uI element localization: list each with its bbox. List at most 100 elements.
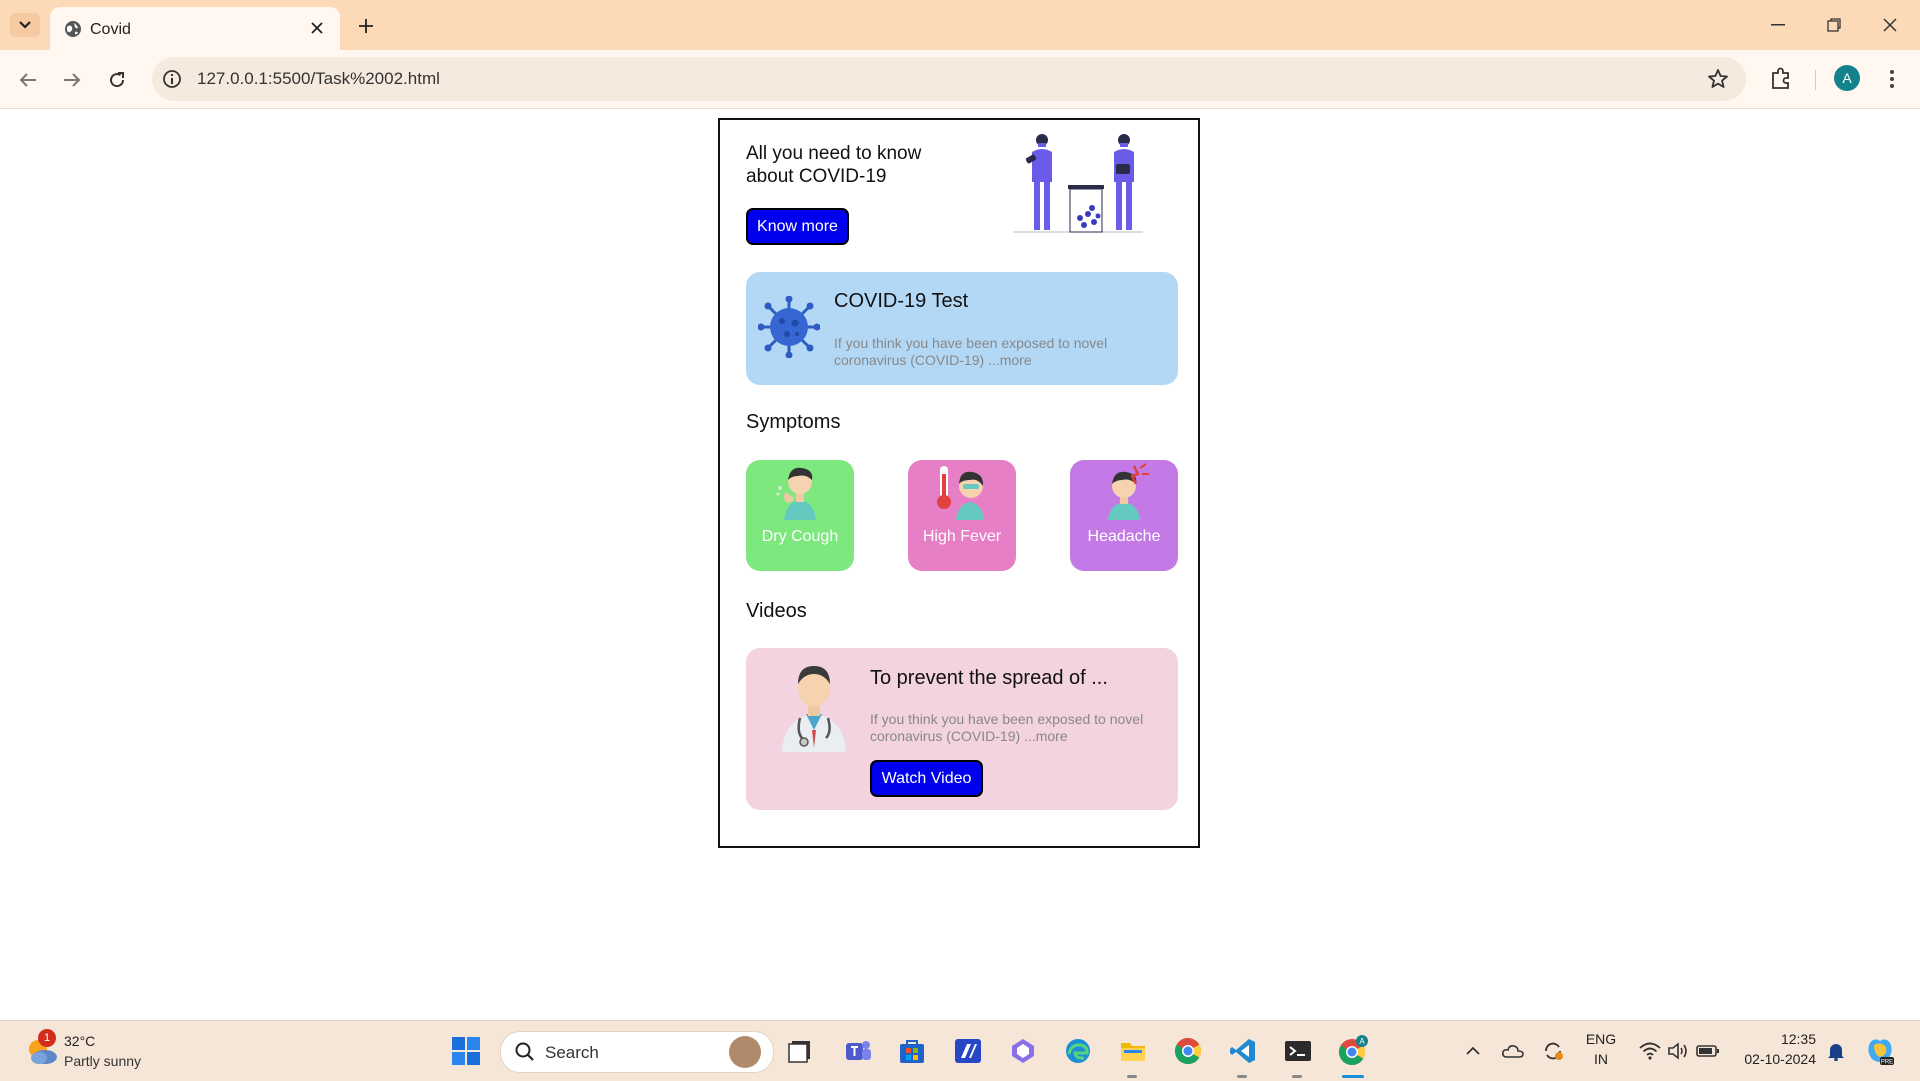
plus-icon [359,19,373,33]
coronavirus-icon [758,296,820,358]
clock-time[interactable]: 12:35 [1736,1031,1816,1047]
minimize-button[interactable] [1758,10,1798,40]
site-info-icon[interactable] [162,69,182,89]
wifi-icon [1639,1042,1661,1060]
url-text[interactable]: 127.0.0.1:5500/Task%2002.html [197,69,440,89]
symptoms-heading: Symptoms [746,411,841,433]
svg-text:PRE: PRE [1881,1060,1893,1066]
covid-test-title: COVID-19 Test [834,290,969,312]
tab-search-button[interactable] [10,13,40,37]
edge-browser-icon [1066,1039,1090,1063]
symptom-card-high-fever[interactable]: High Fever [908,460,1016,571]
covid-test-description: If you think you have been exposed to no… [834,335,1108,368]
app-launcher-icon [955,1039,981,1063]
video-title[interactable]: To prevent the spread of ... [870,667,1108,690]
browser-tab-bar: Covid [0,0,1920,50]
copilot-pre-icon: PRE [1868,1039,1894,1066]
know-more-button[interactable]: Know more [746,208,849,245]
reload-button[interactable] [101,64,133,96]
chevron-up-icon [1466,1046,1480,1055]
battery-tray[interactable] [1690,1033,1726,1069]
chrome-icon [1174,1037,1202,1065]
tab-title: Covid [90,21,131,38]
bell-icon [1828,1044,1844,1061]
minimize-icon [1771,24,1785,26]
browser-tab-covid[interactable]: Covid [50,7,340,50]
extensions-puzzle-icon[interactable] [1766,64,1796,94]
task-view-icon [788,1041,810,1063]
headache-person-icon [1108,463,1149,520]
terminal-icon [1285,1041,1311,1061]
arrow-right-icon [64,73,81,87]
cloud-icon [1502,1045,1524,1058]
reload-icon [110,72,125,88]
taskbar-file-explorer[interactable] [1115,1033,1151,1069]
taskbar-copilot[interactable] [1005,1033,1041,1069]
restore-icon [1827,18,1841,32]
store-icon [900,1040,924,1063]
taskbar-search[interactable]: Search [500,1031,774,1073]
teams-icon [846,1041,871,1060]
svg-text:A: A [1359,1037,1365,1046]
copilot-preview-tray[interactable]: PRE [1862,1033,1898,1069]
video-description: If you think you have been exposed to no… [870,711,1144,744]
search-highlight-image [729,1036,761,1068]
weather-alert-badge: 1 [38,1029,56,1047]
fever-thermometer-icon [937,466,984,520]
search-icon [515,1042,534,1061]
taskbar-edge[interactable] [1060,1033,1096,1069]
taskbar-task-view[interactable] [782,1033,818,1069]
taskbar-app-blue[interactable] [950,1033,986,1069]
clock-date[interactable]: 02-10-2024 [1736,1051,1816,1067]
sync-tray[interactable] [1535,1033,1571,1069]
taskbar-chrome-profile[interactable]: A [1335,1033,1371,1069]
show-hidden-icons[interactable] [1455,1033,1491,1069]
taskbar-terminal[interactable] [1280,1033,1316,1069]
close-tab-icon[interactable] [306,17,328,39]
back-button[interactable] [12,64,44,96]
symptom-label: Dry Cough [761,528,839,545]
language-region[interactable]: IN [1584,1051,1618,1067]
covid-test-card[interactable]: COVID-19 Test If you think you have been… [746,272,1178,385]
chevron-down-icon [19,21,31,29]
restore-button[interactable] [1814,10,1854,40]
folder-icon [1121,1043,1145,1061]
symptom-card-headache[interactable]: Headache [1070,460,1178,571]
symptom-card-dry-cough[interactable]: Dry Cough [746,460,854,571]
running-indicator [1237,1075,1247,1078]
close-window-button[interactable] [1870,10,1910,40]
weather-temperature: 32°C [64,1033,96,1049]
taskbar-store[interactable] [894,1033,930,1069]
windows-taskbar: 1 32°C Partly sunny Search A ENG IN 12:3… [0,1020,1920,1081]
forward-button[interactable] [56,64,88,96]
speaker-icon [1668,1042,1687,1060]
taskbar-chrome[interactable] [1170,1033,1206,1069]
copilot-icon [1012,1039,1034,1063]
address-bar[interactable]: 127.0.0.1:5500/Task%2002.html [152,57,1746,101]
sync-icon [1545,1042,1563,1060]
taskbar-vscode[interactable] [1225,1033,1261,1069]
taskbar-teams[interactable] [840,1033,876,1069]
battery-icon [1696,1045,1719,1057]
active-app-indicator [1342,1075,1364,1078]
covid-card-container: All you need to know about COVID-19 Know… [718,118,1200,848]
language-code[interactable]: ENG [1584,1031,1618,1047]
new-tab-button[interactable] [352,12,380,40]
videos-heading: Videos [746,600,807,622]
hero-title: All you need to know about COVID-19 [746,143,922,187]
toolbar-divider [1815,70,1816,90]
globe-icon [65,21,81,37]
profile-avatar[interactable]: A [1834,65,1860,91]
weather-description: Partly sunny [64,1053,142,1069]
vscode-icon [1230,1039,1255,1063]
browser-menu-icon[interactable] [1880,65,1904,93]
bookmark-star-icon[interactable] [1706,67,1730,91]
onedrive-tray[interactable] [1495,1033,1531,1069]
watch-video-button[interactable]: Watch Video [870,760,983,797]
doctors-lab-illustration [1013,134,1143,233]
running-indicator [1292,1075,1302,1078]
start-button[interactable] [448,1033,484,1069]
chrome-profile-icon: A [1338,1035,1368,1066]
coughing-person-icon [776,467,816,520]
notifications-tray[interactable] [1818,1033,1854,1069]
